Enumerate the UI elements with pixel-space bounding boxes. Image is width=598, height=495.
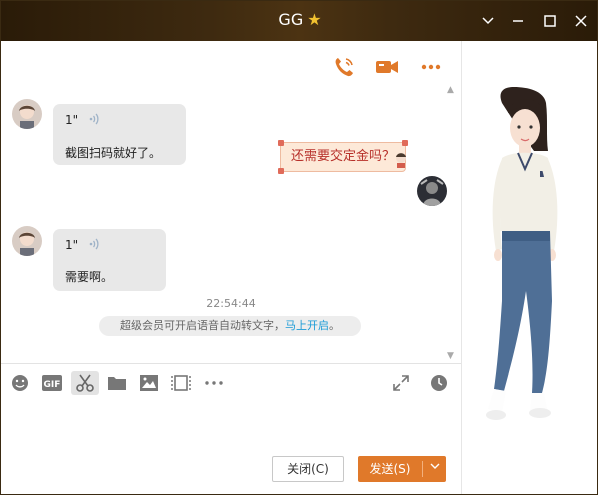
avatar[interactable] xyxy=(12,99,42,129)
history-clock-icon[interactable] xyxy=(428,371,450,395)
notice-suffix: 。 xyxy=(329,319,340,332)
message-bubble-incoming[interactable]: 1" 截图扫码就好了。 xyxy=(53,104,186,165)
send-label: 发送(S) xyxy=(369,462,411,476)
send-options-chevron-icon[interactable] xyxy=(424,456,446,482)
vip-notice: 超级会员可开启语音自动转文字，马上开启。 xyxy=(99,316,361,336)
phone-icon[interactable] xyxy=(332,55,356,79)
expand-icon[interactable] xyxy=(390,371,412,395)
divider xyxy=(1,363,461,364)
voice-wave-icon xyxy=(89,112,101,129)
voice-duration: 1" xyxy=(65,238,79,252)
chevron-down-icon[interactable] xyxy=(478,11,498,31)
minimize-icon[interactable] xyxy=(508,11,528,31)
maximize-icon[interactable] xyxy=(540,11,560,31)
message-bubble-incoming[interactable]: 1" 需要啊。 xyxy=(53,229,166,291)
message-bubble-outgoing[interactable]: 还需要交定金吗？ xyxy=(278,140,408,174)
scroll-down-arrow[interactable]: ▼ xyxy=(447,351,454,361)
svg-text:GIF: GIF xyxy=(44,380,61,390)
close-icon[interactable] xyxy=(571,11,591,31)
avatar-show-panel xyxy=(461,41,597,494)
chat-area[interactable]: ▲ 1" 截图扫码就好了。 还需要交定金吗？ 1" 需要啊。 22:54:44 … xyxy=(1,41,461,363)
message-text: 需要啊。 xyxy=(65,270,114,284)
voice-duration: 1" xyxy=(65,113,79,127)
more-icon[interactable] xyxy=(202,371,226,395)
send-button[interactable]: 发送(S) xyxy=(358,456,446,482)
message-input[interactable] xyxy=(1,397,461,449)
window-title: GG xyxy=(278,10,304,29)
gif-icon[interactable]: GIF xyxy=(40,371,64,395)
folder-icon[interactable] xyxy=(106,371,128,395)
message-text: 还需要交定金吗？ xyxy=(290,149,395,164)
avatar[interactable] xyxy=(417,176,447,206)
message-text: 截图扫码就好了。 xyxy=(65,146,162,160)
video-frame-icon[interactable] xyxy=(169,371,193,395)
chat-window: GG ★ ▲ 1" 截图扫码就好了。 还需要交定金吗？ 1" 需要啊。 22:5… xyxy=(0,0,598,495)
more-icon[interactable] xyxy=(419,55,443,79)
emoji-icon[interactable] xyxy=(9,371,31,395)
avatar-character-image xyxy=(486,87,558,420)
scroll-up-arrow[interactable]: ▲ xyxy=(447,85,454,95)
image-icon[interactable] xyxy=(138,371,160,395)
voice-wave-icon xyxy=(89,237,101,254)
close-button[interactable]: 关闭(C) xyxy=(272,456,344,482)
notice-text: 超级会员可开启语音自动转文字， xyxy=(120,319,285,332)
star-icon: ★ xyxy=(307,10,322,29)
avatar[interactable] xyxy=(12,226,42,256)
title-bar[interactable]: GG ★ xyxy=(1,1,597,41)
message-timestamp: 22:54:44 xyxy=(206,297,256,310)
sticker-icon xyxy=(394,151,408,179)
enable-link[interactable]: 马上开启 xyxy=(285,319,329,332)
scissors-icon[interactable] xyxy=(71,371,99,395)
video-camera-icon[interactable] xyxy=(374,55,398,79)
